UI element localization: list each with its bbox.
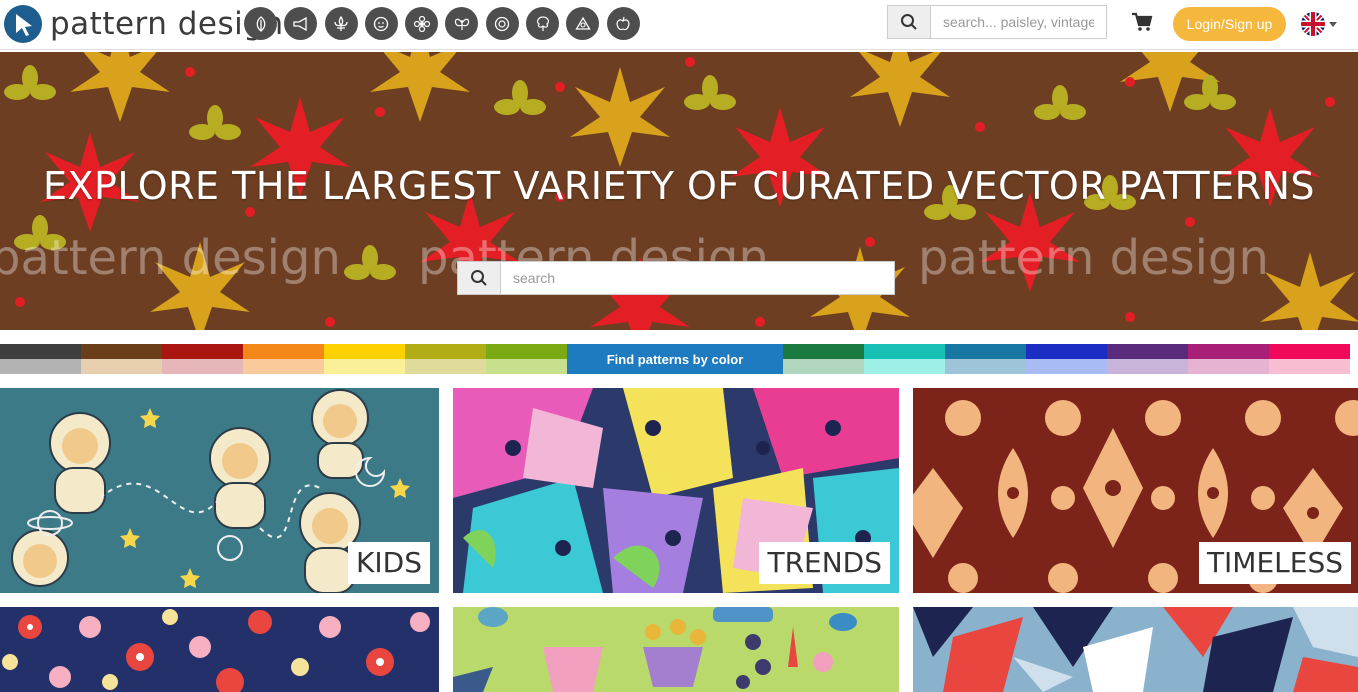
hero-search-button[interactable] xyxy=(458,262,501,294)
chevron-down-icon xyxy=(1329,21,1337,27)
geometric-pattern-image xyxy=(913,607,1358,692)
color-filter-bar: Find patterns by color xyxy=(0,344,1352,374)
category-icons xyxy=(244,7,647,40)
top-navbar: pattern design search... paisley, vintag… xyxy=(0,0,1358,50)
category-tile-florals[interactable] xyxy=(0,607,439,692)
category-tile-geometric[interactable] xyxy=(913,607,1358,692)
search-input[interactable] xyxy=(931,6,1106,38)
color-swatch-green-light[interactable] xyxy=(486,344,567,374)
color-swatch-blue-light[interactable] xyxy=(945,344,1026,374)
login-signup-button[interactable]: Login/Sign up xyxy=(1173,7,1286,41)
color-swatch-yellow[interactable] xyxy=(324,344,405,374)
cart-icon xyxy=(1132,12,1153,31)
logo[interactable]: pattern design xyxy=(4,4,284,44)
color-swatch-pink-dark[interactable] xyxy=(1188,344,1269,374)
circle-category-icon[interactable] xyxy=(485,7,519,40)
logo-cursor-icon xyxy=(4,5,42,43)
category-tile-timeless[interactable]: TIMELESS xyxy=(913,388,1358,593)
category-tile-trends[interactable]: TRENDS xyxy=(453,388,899,593)
cart-button[interactable] xyxy=(1131,12,1153,37)
color-swatch-orange[interactable] xyxy=(243,344,324,374)
tile-label: TRENDS xyxy=(759,542,890,584)
search-icon xyxy=(901,14,917,30)
find-by-color-label[interactable]: Find patterns by color xyxy=(567,344,783,374)
triangle-category-icon[interactable] xyxy=(566,7,600,40)
garden-pattern-image xyxy=(453,607,857,692)
butterfly-category-icon[interactable] xyxy=(445,7,479,40)
hero-banner: pattern design pattern design pattern de… xyxy=(0,52,1358,330)
tree-category-icon[interactable] xyxy=(526,7,560,40)
watermark-text: pattern design xyxy=(0,230,341,286)
floral-pattern-image xyxy=(2,609,430,692)
color-swatch-gray[interactable] xyxy=(0,344,81,374)
color-swatch-pink[interactable] xyxy=(1269,344,1350,374)
header-search xyxy=(887,5,1107,39)
category-tile-garden[interactable] xyxy=(453,607,899,692)
color-swatch-turquoise[interactable] xyxy=(864,344,945,374)
color-swatch-purple[interactable] xyxy=(1107,344,1188,374)
watermark-text: pattern design xyxy=(918,230,1269,286)
tile-label: KIDS xyxy=(348,542,430,584)
uk-flag-icon xyxy=(1301,12,1325,36)
color-swatch-olive[interactable] xyxy=(405,344,486,374)
face-category-icon[interactable] xyxy=(364,7,398,40)
hero-title: EXPLORE THE LARGEST VARIETY OF CURATED V… xyxy=(42,164,1316,208)
tile-label: TIMELESS xyxy=(1198,542,1351,584)
hero-search xyxy=(457,261,895,295)
language-selector[interactable] xyxy=(1301,12,1337,36)
color-swatch-red[interactable] xyxy=(162,344,243,374)
flower-category-icon[interactable] xyxy=(405,7,439,40)
search-icon xyxy=(471,270,487,286)
apple-category-icon[interactable] xyxy=(606,7,640,40)
hero-search-input[interactable] xyxy=(501,262,894,294)
fleur-de-lis-category-icon[interactable] xyxy=(324,7,358,40)
category-tile-kids[interactable]: KIDS xyxy=(0,388,439,593)
color-swatch-green[interactable] xyxy=(783,344,864,374)
color-swatch-brown[interactable] xyxy=(81,344,162,374)
megaphone-category-icon[interactable] xyxy=(284,7,318,40)
search-button[interactable] xyxy=(888,6,931,38)
leaf-category-icon[interactable] xyxy=(244,7,277,40)
color-swatch-blue[interactable] xyxy=(1026,344,1107,374)
